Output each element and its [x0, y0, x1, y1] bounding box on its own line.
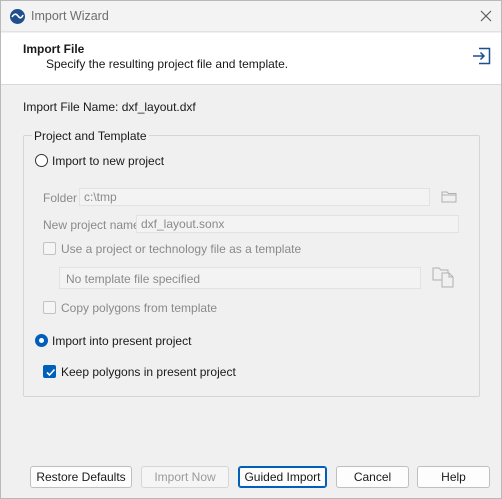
template-file-field[interactable]: No template file specified — [59, 267, 421, 289]
import-wizard-window: Import Wizard Import File Specify the re… — [0, 0, 502, 499]
import-now-button[interactable]: Import Now — [141, 466, 229, 488]
keep-polygons-label[interactable]: Keep polygons in present project — [61, 365, 236, 379]
window-title: Import Wizard — [31, 9, 109, 23]
import-file-label: Import File Name: — [23, 100, 119, 114]
copy-polygons-checkbox[interactable] — [43, 301, 56, 314]
project-template-group: Project and Template Import to new proje… — [23, 129, 480, 397]
new-project-name-label: New project name — [43, 218, 140, 232]
group-legend: Project and Template — [32, 129, 149, 143]
import-new-project-radio[interactable] — [35, 154, 48, 167]
header-title: Import File — [23, 42, 85, 56]
keep-polygons-checkbox[interactable] — [43, 365, 56, 378]
use-template-checkbox[interactable] — [43, 242, 56, 255]
import-icon — [473, 47, 491, 65]
use-template-label[interactable]: Use a project or technology file as a te… — [61, 242, 301, 256]
cancel-button[interactable]: Cancel — [336, 466, 409, 488]
copy-polygons-label[interactable]: Copy polygons from template — [61, 301, 217, 315]
help-button[interactable]: Help — [417, 466, 490, 488]
checkmark-icon — [46, 368, 56, 377]
folder-icon[interactable] — [441, 190, 457, 203]
header-banner: Import File Specify the resulting projec… — [1, 33, 501, 85]
open-template-icon[interactable] — [432, 265, 456, 288]
guided-import-button[interactable]: Guided Import — [238, 466, 327, 488]
close-icon — [480, 10, 492, 22]
folder-label: Folder — [43, 191, 78, 205]
restore-defaults-button[interactable]: Restore Defaults — [30, 466, 132, 488]
import-file-value: dxf_layout.dxf — [121, 100, 196, 114]
header-subtitle: Specify the resulting project file and t… — [46, 57, 289, 71]
import-file-name-row: Import File Name: dxf_layout.dxf — [23, 100, 196, 114]
import-new-project-label[interactable]: Import to new project — [52, 154, 164, 168]
folder-field[interactable]: c:\tmp — [79, 188, 430, 206]
new-project-name-field[interactable]: dxf_layout.sonx — [136, 215, 459, 233]
app-logo-icon — [10, 9, 25, 24]
import-present-project-radio[interactable] — [35, 334, 48, 347]
title-bar: Import Wizard — [1, 1, 501, 32]
import-present-project-label[interactable]: Import into present project — [52, 334, 191, 348]
close-button[interactable] — [471, 1, 501, 32]
